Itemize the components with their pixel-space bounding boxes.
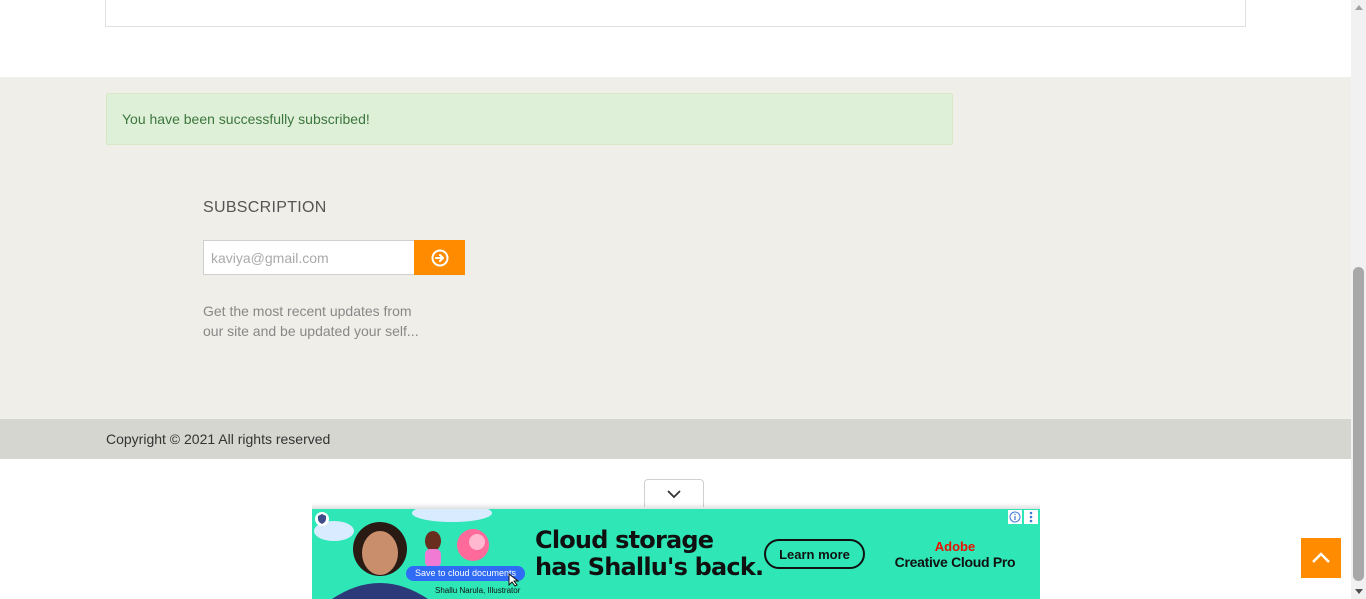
ad-caption: Shallu Narula, Illustrator (435, 586, 521, 595)
ad-banner[interactable]: Save to cloud documents Shallu Narula, I… (312, 509, 1040, 599)
ad-info-icon[interactable] (1008, 510, 1022, 524)
footer-bar: Copyright © 2021 All rights reserved (0, 419, 1351, 459)
subscription-heading: SUBSCRIPTION (203, 199, 327, 216)
scroll-down-arrow[interactable] (1351, 584, 1366, 599)
chevron-up-icon (1312, 552, 1330, 563)
ad-headline: Cloud storage has Shallu's back. (535, 526, 764, 581)
subscription-description: Get the most recent updates from our sit… (203, 303, 419, 339)
success-alert: You have been successfully subscribed! (106, 93, 953, 145)
ad-brand-product: Creative Cloud Pro (894, 554, 1016, 570)
ad-headline-line1: Cloud storage (535, 526, 714, 554)
back-to-top-button[interactable] (1301, 538, 1341, 578)
chevron-down-icon (667, 489, 681, 498)
ad-menu-icon[interactable] (1024, 510, 1038, 524)
cursor-icon (508, 573, 520, 587)
subscribe-button[interactable] (414, 240, 465, 275)
scroll-thumb[interactable] (1353, 267, 1364, 581)
scroll-up-arrow[interactable] (1351, 0, 1366, 15)
ad-brand-name: Adobe (934, 539, 976, 554)
copyright-text: Copyright © 2021 All rights reserved (106, 431, 331, 447)
email-input[interactable] (203, 240, 414, 275)
content-box (105, 0, 1246, 27)
privacy-icon[interactable] (314, 511, 330, 527)
ad-brand: Adobe Creative Cloud Pro (890, 539, 1020, 571)
page: You have been successfully subscribed! S… (0, 0, 1366, 599)
scrollbar[interactable] (1351, 0, 1366, 599)
circle-arrow-right-icon (431, 249, 448, 266)
content-area (0, 0, 1351, 77)
subscription-form (203, 240, 465, 275)
ad-headline-line2: has Shallu's back. (535, 553, 764, 581)
subscription-section: You have been successfully subscribed! S… (0, 77, 1351, 419)
ad-learn-more-button[interactable]: Learn more (764, 539, 865, 569)
